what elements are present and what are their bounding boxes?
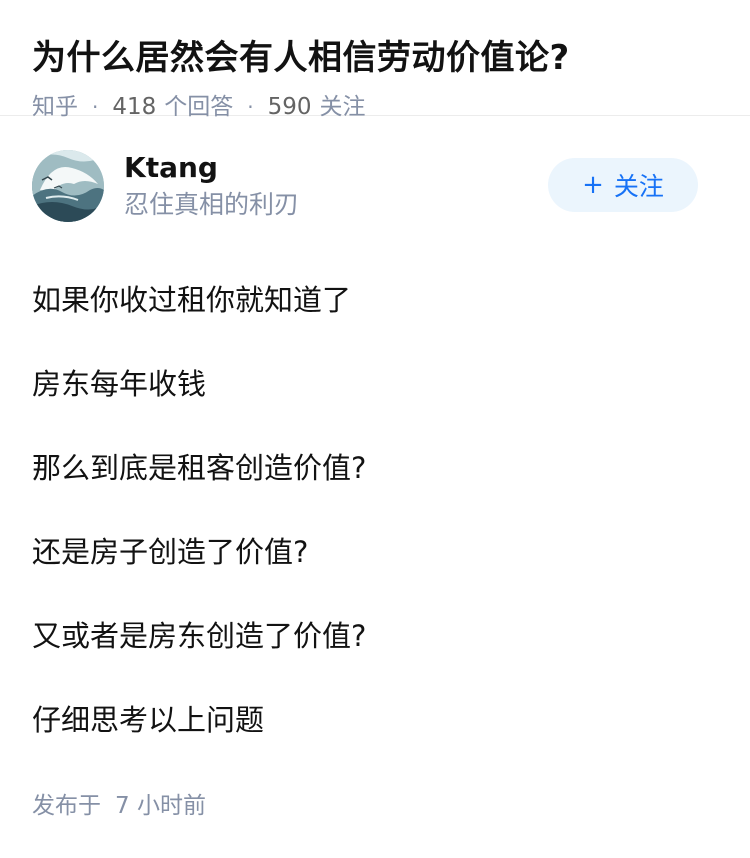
plus-icon: +	[582, 170, 604, 200]
answer-paragraph: 那么到底是租客创造价值?	[32, 451, 367, 485]
author-bio: 忍住真相的利刃	[124, 190, 300, 219]
answer-content: 如果你收过租你就知道了 房东每年收钱 那么到底是租客创造价值? 还是房子创造了价…	[32, 282, 718, 786]
avatar[interactable]	[32, 150, 104, 222]
question-title[interactable]: 为什么居然会有人相信劳动价值论?	[32, 34, 718, 82]
author-name[interactable]: Ktang	[124, 150, 218, 186]
follow-button[interactable]: + 关注	[548, 158, 698, 212]
author-card: Ktang 忍住真相的利刃 + 关注	[0, 116, 750, 222]
answer-paragraph: 房东每年收钱	[32, 367, 207, 401]
answer-paragraph: 仔细思考以上问题	[32, 703, 265, 737]
answer-paragraph: 又或者是房东创造了价值?	[32, 619, 367, 653]
publish-info: 发布于 7 小时前	[32, 790, 206, 822]
follow-button-label: 关注	[613, 172, 664, 201]
publish-prefix: 发布于	[32, 793, 101, 819]
answer-paragraph: 如果你收过租你就知道了	[32, 283, 352, 317]
answer-paragraph: 还是房子创造了价值?	[32, 535, 309, 569]
sea-waves-avatar-icon	[32, 150, 104, 222]
publish-time: 7 小时前	[115, 793, 206, 819]
question-header: 为什么居然会有人相信劳动价值论? 知乎 · 418 个回答 · 590 关注	[0, 0, 750, 120]
